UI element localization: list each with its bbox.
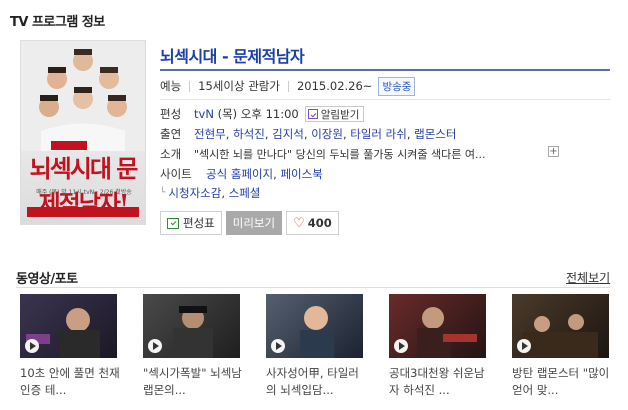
- intro-text: "섹시한 뇌를 만나다" 당신의 두뇌를 풀가동 시켜줄 색다른 여...: [194, 148, 486, 161]
- cast-member-link[interactable]: 김지석: [272, 126, 304, 142]
- site-row: 사이트 공식 홈페이지, 페이스북: [160, 166, 323, 182]
- cast-member-link[interactable]: 하석진: [233, 126, 265, 142]
- play-icon: [394, 339, 408, 353]
- schedule-label: 편성: [160, 107, 182, 121]
- cast-member-link[interactable]: 타일러 라쉬: [350, 126, 407, 142]
- video-thumbnail[interactable]: [143, 294, 240, 358]
- schedule-time: (목) 오후 11:00: [217, 107, 299, 121]
- preview-button-label: 미리보기: [232, 216, 276, 230]
- video-caption[interactable]: "섹시가폭발" 뇌섹남 랩몬의...: [143, 365, 243, 399]
- facebook-link[interactable]: 페이스북: [280, 166, 322, 182]
- air-date: 2015.02.26~: [296, 79, 373, 93]
- video-caption[interactable]: 사자성어甲, 타일러의 뇌섹입담...: [266, 365, 366, 399]
- alarm-check-icon: [307, 109, 318, 119]
- expand-intro-plus-icon[interactable]: +: [548, 146, 559, 157]
- cast-row: 출연 전현무, 하석진, 김지석, 이장원, 타일러 라쉬, 랩몬스터: [160, 126, 457, 142]
- site-label: 사이트: [160, 167, 192, 181]
- channel-link[interactable]: tvN: [194, 107, 214, 121]
- cast-member-link[interactable]: 랩몬스터: [414, 126, 456, 142]
- preview-button[interactable]: 미리보기: [225, 211, 283, 235]
- separator: [189, 80, 191, 92]
- cast-label: 출연: [160, 127, 182, 141]
- like-count: 400: [307, 216, 332, 230]
- video-caption[interactable]: 방탄 랩몬스터 "많이 얻어 맞...: [512, 365, 612, 399]
- video-thumbnail[interactable]: [512, 294, 609, 358]
- play-icon: [148, 339, 162, 353]
- video-caption[interactable]: 10초 안에 풀면 천재 인증 테...: [20, 365, 120, 399]
- schedule-button-label: 편성표: [183, 216, 215, 230]
- official-site-link[interactable]: 공식 홈페이지: [206, 166, 273, 182]
- video-thumbnail[interactable]: [20, 294, 117, 358]
- extra-links-row: └ 시청자소감, 스페셜: [160, 185, 261, 201]
- see-all-link[interactable]: 전체보기: [566, 269, 610, 286]
- genre: 예능: [160, 79, 182, 93]
- bullet-icon: └: [160, 188, 166, 198]
- poster-cast-faces: [21, 41, 145, 151]
- heart-icon: ♡: [293, 215, 305, 231]
- alarm-button[interactable]: 알림받기: [304, 106, 365, 122]
- separator: [287, 80, 289, 92]
- poster-footer: [27, 207, 139, 217]
- intro-row: 소개 "섹시한 뇌를 만나다" 당신의 두뇌를 풀가동 시켜줄 색다른 여...: [160, 145, 485, 163]
- video-thumbnail[interactable]: [266, 294, 363, 358]
- viewer-review-link[interactable]: 시청자소감: [168, 185, 221, 201]
- section-title: TV 프로그램 정보: [10, 15, 105, 30]
- schedule-button[interactable]: 편성표: [160, 211, 222, 235]
- schedule-icon: [167, 217, 179, 229]
- alarm-label: 알림받기: [320, 108, 360, 121]
- divider: [160, 99, 610, 100]
- cast-member-link[interactable]: 이장원: [311, 126, 343, 142]
- program-poster[interactable]: 뇌섹시대 문제적남자! 매주 (목) 밤 11시 tvN · 2/26 첫방송: [20, 40, 146, 225]
- cast-member-link[interactable]: 전현무: [194, 126, 226, 142]
- program-title[interactable]: 뇌섹시대 - 문제적남자: [160, 43, 305, 67]
- video-caption[interactable]: 공대3대천왕 쉬운남자 하석진 ...: [389, 365, 489, 399]
- video-photo-title: 동영상/포토: [16, 272, 78, 287]
- intro-label: 소개: [160, 147, 182, 161]
- status-badge: 방송중: [378, 76, 416, 96]
- divider: [160, 69, 610, 71]
- like-button[interactable]: ♡ 400: [286, 211, 339, 235]
- program-meta: 예능 15세이상 관람가 2015.02.26~ 방송중: [160, 76, 416, 96]
- special-link[interactable]: 스페셜: [229, 185, 261, 201]
- divider: [16, 287, 610, 288]
- action-buttons: 편성표 미리보기 ♡ 400: [160, 211, 339, 235]
- poster-info: 매주 (목) 밤 11시 tvN · 2/26 첫방송: [36, 189, 132, 196]
- age-rating: 15세이상 관람가: [198, 79, 280, 93]
- play-icon: [25, 339, 39, 353]
- schedule-row: 편성 tvN (목) 오후 11:00 알림받기: [160, 105, 365, 123]
- video-thumbnail[interactable]: [389, 294, 486, 358]
- play-icon: [517, 339, 531, 353]
- play-icon: [271, 339, 285, 353]
